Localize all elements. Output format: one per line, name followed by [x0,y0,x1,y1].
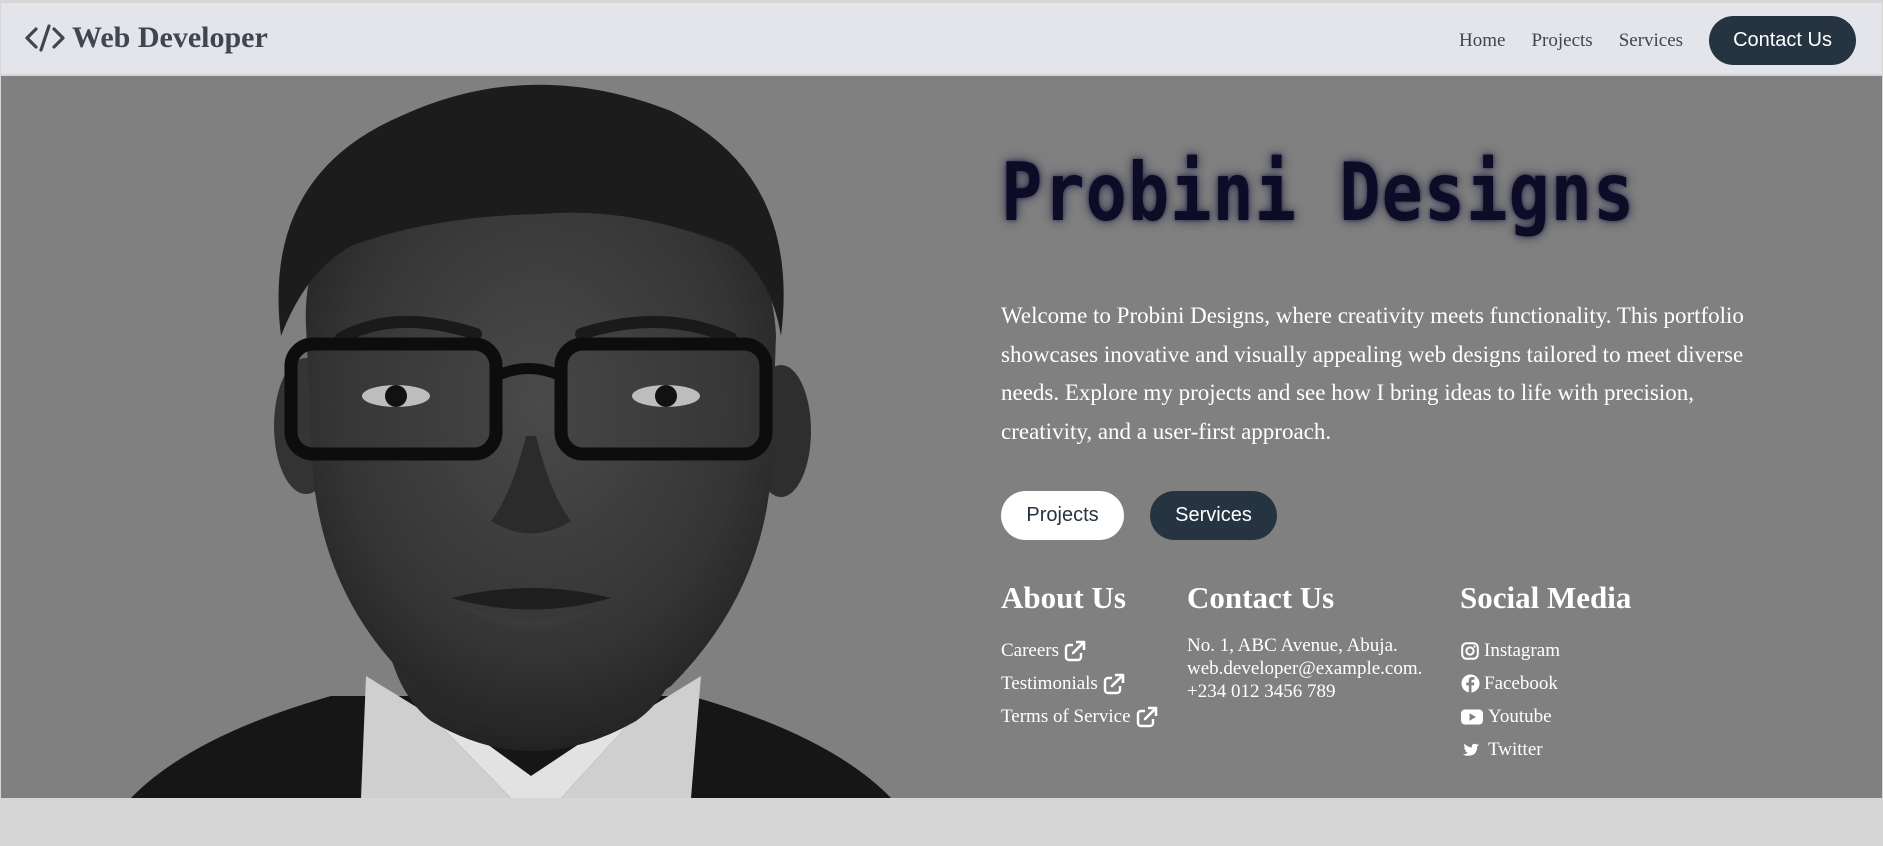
contact-section: Contact Us No. 1, ABC Avenue, Abuja. web… [1187,580,1422,703]
careers-label: Careers [1001,639,1060,661]
about-section: About Us Careers Testimonials Terms of S… [1001,580,1158,733]
careers-link[interactable]: Careers [1001,634,1158,667]
external-link-icon [1064,640,1086,661]
instagram-label: Instagram [1484,639,1560,661]
nav-link-projects[interactable]: Projects [1531,30,1592,52]
nav-link-home[interactable]: Home [1459,30,1505,52]
instagram-icon [1460,641,1480,661]
hero-intro: Welcome to Probini Designs, where creati… [1001,303,1744,444]
contact-heading: Contact Us [1187,580,1335,615]
twitter-link[interactable]: Twitter [1460,733,1631,766]
facebook-label: Facebook [1484,672,1558,694]
projects-button[interactable]: Projects [1001,491,1124,540]
terms-label: Terms of Service [1001,705,1131,727]
testimonials-link[interactable]: Testimonials [1001,667,1158,700]
nav-links: Home Projects Services Contact Us [1459,16,1856,65]
hero-title: Probini Designs [1001,146,1636,239]
brand-logo[interactable]: Web Developer [25,21,268,55]
navbar: Web Developer Home Projects Services Con… [1,3,1882,75]
hero-section: Probini Designs Welcome to Probini Desig… [1,76,1882,798]
youtube-link[interactable]: Youtube [1460,700,1631,733]
contact-address: No. 1, ABC Avenue, Abuja. [1187,635,1398,656]
twitter-label: Twitter [1488,738,1543,760]
facebook-link[interactable]: Facebook [1460,667,1631,700]
services-button[interactable]: Services [1150,491,1277,540]
contact-phone[interactable]: +234 012 3456 789 [1187,680,1422,703]
about-heading: About Us [1001,580,1126,615]
youtube-label: Youtube [1488,705,1552,727]
external-link-icon [1103,673,1125,694]
external-link-icon [1136,706,1157,727]
contact-us-button[interactable]: Contact Us [1709,16,1856,65]
testimonials-label: Testimonials [1001,672,1098,694]
youtube-icon [1460,707,1484,727]
terms-of-service-link[interactable]: Terms of Service [1001,700,1158,733]
brand-name: Web Developer [72,21,268,54]
code-icon [25,24,65,52]
contact-email[interactable]: web.developer@example.com. [1187,657,1422,680]
nav-link-services[interactable]: Services [1619,30,1683,52]
instagram-link[interactable]: Instagram [1460,634,1631,667]
social-media-section: Social Media Instagram Facebook Youtube … [1460,580,1631,766]
facebook-icon [1460,674,1480,694]
social-heading: Social Media [1460,580,1632,615]
portrait-image [131,84,891,798]
twitter-icon [1460,740,1484,760]
hero-buttons: Projects Services [1001,491,1277,540]
